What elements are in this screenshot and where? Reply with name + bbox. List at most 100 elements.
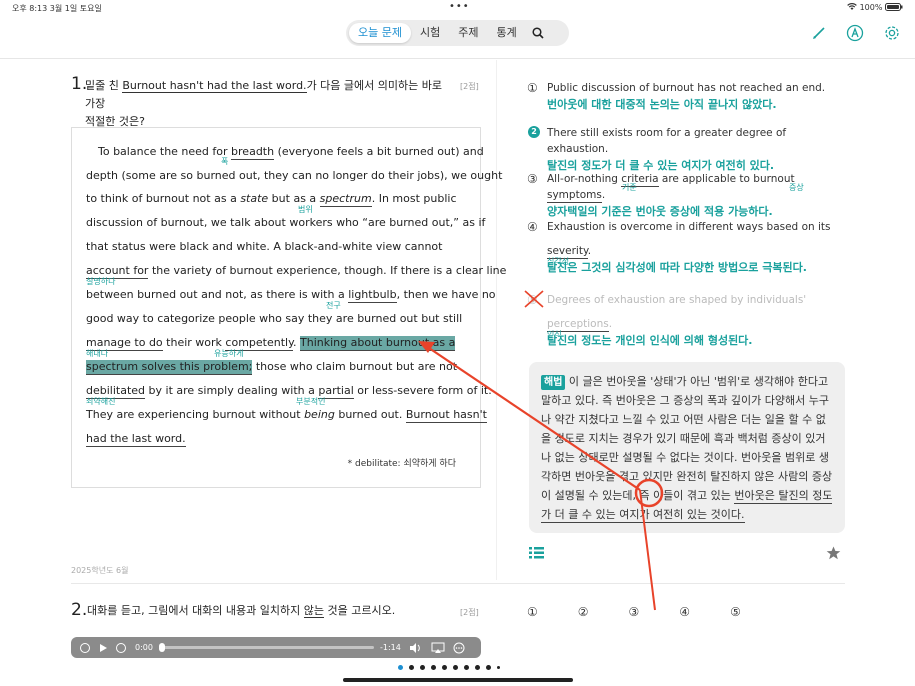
mode-segmented-control: 오늘 문제 시험 주제 통계 [346, 20, 569, 46]
page-dot [431, 665, 436, 670]
choice-3[interactable]: ③ [629, 605, 640, 619]
question-text: 대화를 듣고, 그림에서 대화의 내용과 일치하지 않는 것을 고르시오. [87, 604, 396, 618]
star-icon[interactable] [826, 546, 841, 560]
rewind-icon[interactable] [79, 642, 91, 654]
question-number: 2. [71, 600, 88, 620]
volume-icon[interactable] [409, 642, 423, 654]
more-icon[interactable] [453, 642, 465, 654]
gloss: 증상 [789, 183, 804, 192]
passage-line: to think of burnout not as a state but a… [86, 192, 457, 207]
gear-icon[interactable] [883, 24, 901, 42]
passage-line: good way to categorize people who say th… [86, 312, 463, 325]
gloss: 유능하게 [214, 349, 244, 358]
tab-topic[interactable]: 주제 [449, 23, 487, 43]
audio-player: 0:00 -1:14 [71, 637, 481, 658]
answer-option-2[interactable]: 2 There still exists room for a greater d… [527, 125, 847, 175]
gloss: 쇠약해진 [86, 397, 116, 406]
selected-marker: 2 [528, 126, 540, 138]
tab-exam[interactable]: 시험 [411, 23, 449, 43]
status-time: 오후 8:13 3월 1일 토요일 [12, 4, 102, 13]
battery-icon [885, 3, 903, 11]
points-label: [2점] [460, 608, 479, 617]
text-style-icon[interactable] [846, 24, 864, 42]
answer-option-1[interactable]: ① Public discussion of burnout has not re… [527, 80, 847, 114]
status-bar: 오후 8:13 3월 1일 토요일 ••• 100% [0, 0, 915, 16]
reading-passage: To balance the need for breadth (everyon… [71, 127, 506, 488]
page-dot [475, 665, 480, 670]
gloss: 전구 [326, 301, 341, 310]
passage-line: account for the variety of burnout exper… [86, 264, 507, 279]
gloss: 부분적인 [296, 397, 326, 406]
question-text: 밑줄 친 Burnout hasn't had the last word.가 … [85, 79, 442, 128]
audio-remaining: -1:14 [379, 643, 401, 652]
answer-option-5[interactable]: ⑤Degrees of exhaustion are shaped by ind… [524, 290, 847, 350]
page-dot [497, 666, 500, 669]
battery-percent: 100% [859, 3, 883, 12]
audio-scrubber[interactable] [158, 643, 374, 652]
page-dot [420, 665, 425, 670]
passage-line: depth (some are so burned out, they can … [86, 169, 503, 182]
explanation-box: 해법 이 글은 번아웃을 '상태'가 아닌 '범위'로 생각해야 한다고 말하고… [529, 362, 845, 533]
choice-4[interactable]: ④ [679, 605, 690, 619]
passage-line: discussion of burnout, we talk about wor… [86, 216, 486, 229]
play-icon[interactable] [97, 642, 109, 654]
highlighted-text[interactable]: Thinking about burnout as a [300, 336, 456, 351]
audio-elapsed: 0:00 [135, 643, 153, 652]
choice-2[interactable]: ② [578, 605, 589, 619]
wifi-icon [847, 3, 857, 11]
tab-today[interactable]: 오늘 문제 [349, 23, 411, 43]
points-label: [2점] [460, 82, 479, 91]
answer-choices: ① ② ③ ④ ⑤ [527, 605, 741, 619]
status-right: 100% [847, 3, 903, 12]
underlined-phrase: Burnout hasn't had the last word. [122, 79, 307, 93]
gloss: 폭 [221, 157, 229, 166]
option-translation: 탈진의 정도는 개인의 인식에 의해 형성된다. [547, 334, 753, 347]
passage-line: They are experiencing burnout without be… [86, 408, 487, 423]
passage-line: debilitated by it are simply dealing wit… [86, 384, 492, 399]
tab-stats[interactable]: 통계 [487, 23, 525, 43]
passage-line: had the last word. [86, 432, 186, 447]
passage-line: that status were black and white. A blac… [86, 240, 443, 253]
answer-option-3[interactable]: ③ All-or-nothing criteria are applicable … [527, 171, 847, 221]
question-divider [71, 583, 845, 584]
scrubber-knob[interactable] [158, 643, 165, 652]
source-label: 2025학년도 6월 [71, 566, 129, 575]
airplay-icon[interactable] [431, 642, 445, 654]
home-indicator[interactable] [343, 678, 573, 682]
passage-line: between burned out and not, as there is … [86, 288, 496, 303]
page-dot [409, 665, 414, 670]
passage-line: manage to do their work competently. Thi… [86, 336, 456, 351]
gloss: 해내다 [86, 349, 109, 358]
option-translation: 탈진은 그것의 심각성에 따라 다양한 방법으로 극복된다. [547, 261, 807, 274]
search-icon [532, 27, 544, 39]
pen-icon[interactable] [810, 24, 828, 42]
gloss: 기준 [622, 183, 637, 192]
explanation-text: 이 글은 번아웃을 '상태'가 아닌 '범위'로 생각해야 한다고 말하고 있다… [541, 375, 833, 502]
page-dot [442, 665, 447, 670]
highlighted-text[interactable]: spectrum solves this problem; [86, 360, 253, 375]
top-toolbar: 오늘 문제 시험 주제 통계 [0, 20, 915, 56]
page-dot [453, 665, 458, 670]
gloss: 범위 [298, 205, 313, 214]
forward-icon[interactable] [115, 642, 127, 654]
list-icon[interactable] [529, 546, 545, 560]
passage-line: To balance the need for breadth (everyon… [98, 145, 484, 160]
page-dot [398, 665, 403, 670]
explanation-tag: 해법 [541, 375, 566, 390]
option-translation: 번아웃에 대한 대중적 논의는 아직 끝나지 않았다. [547, 98, 777, 111]
toolbar-divider [0, 58, 915, 59]
choice-5[interactable]: ⑤ [730, 605, 741, 619]
gloss: 인식 [547, 330, 562, 339]
gloss: 심각성 [547, 257, 570, 266]
passage-line: spectrum solves this problem; those who … [86, 360, 458, 375]
page-dot [486, 665, 491, 670]
gloss: 설명하다 [86, 277, 116, 286]
search-button[interactable] [526, 23, 550, 43]
page-indicator[interactable] [398, 665, 500, 670]
answer-option-4[interactable]: ④ Exhaustion is overcome in different way… [527, 219, 847, 277]
choice-1[interactable]: ① [527, 605, 538, 619]
multitask-dots[interactable]: ••• [449, 1, 470, 12]
footnote: * debilitate: 쇠약하게 하다 [347, 459, 456, 469]
eliminate-mark-icon [524, 290, 544, 308]
column-divider [496, 60, 497, 580]
